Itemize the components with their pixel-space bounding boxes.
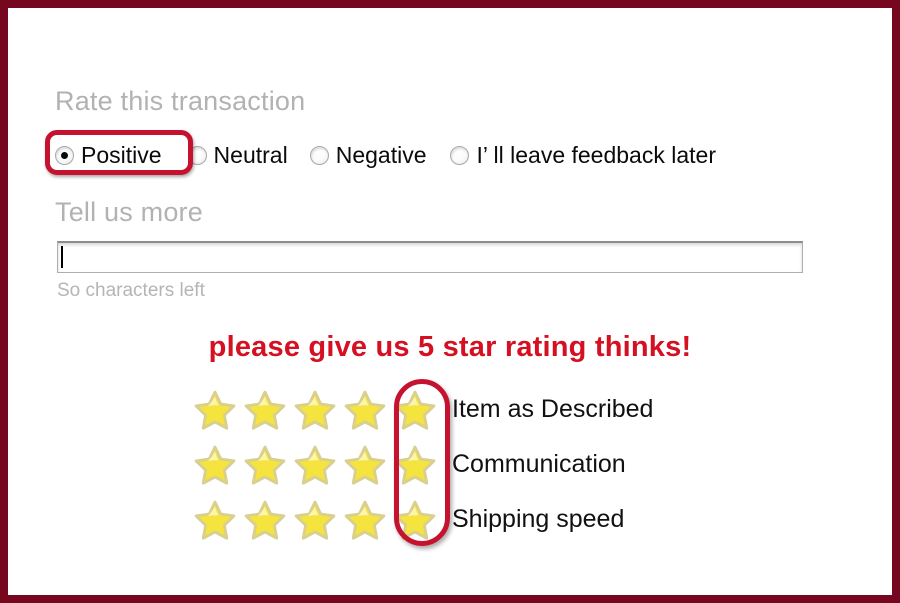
radio-option-neutral-label: Neutral <box>213 141 288 168</box>
radio-option-neutral[interactable]: Neutral <box>187 134 288 176</box>
radio-option-feedback-later[interactable]: I’ ll leave feedback later <box>450 134 716 176</box>
star-icon[interactable] <box>290 495 340 545</box>
radio-positive-icon[interactable] <box>55 145 74 165</box>
star-icon[interactable] <box>340 495 390 545</box>
star-group <box>190 385 440 435</box>
feedback-form-screen: Rate this transaction Positive Neutral N… <box>0 0 900 603</box>
star-icon[interactable] <box>190 440 240 490</box>
characters-left-counter: So characters left <box>57 280 205 301</box>
star-icon[interactable] <box>190 495 240 545</box>
radio-feedback-later-icon[interactable] <box>450 145 470 165</box>
rating-row-label: Item as Described <box>452 395 654 423</box>
star-icon[interactable] <box>390 440 440 490</box>
rating-row-label: Shipping speed <box>452 505 625 533</box>
star-icon[interactable] <box>240 495 290 545</box>
rating-radio-group: Positive Neutral Negative I’ ll leave fe… <box>55 134 716 176</box>
star-group <box>190 440 440 490</box>
star-icon[interactable] <box>190 385 240 435</box>
star-icon[interactable] <box>290 385 340 435</box>
star-icon[interactable] <box>390 385 440 435</box>
radio-neutral-icon[interactable] <box>187 145 207 165</box>
radio-option-negative-label: Negative <box>335 141 427 168</box>
rating-row: Item as Described <box>190 382 653 437</box>
radio-negative-icon[interactable] <box>309 145 329 165</box>
radio-option-negative[interactable]: Negative <box>309 134 427 176</box>
feedback-text-input[interactable] <box>57 241 803 273</box>
rate-section-heading: Rate this transaction <box>55 86 306 116</box>
rating-row-label: Communication <box>452 450 626 478</box>
radio-option-positive[interactable]: Positive <box>55 134 162 176</box>
star-rating-section: Item as Described Communication Shipping s… <box>190 382 653 547</box>
promo-message: please give us 5 star rating thinks! <box>208 331 692 363</box>
star-icon[interactable] <box>240 440 290 490</box>
rating-row: Shipping speed <box>190 492 653 547</box>
radio-option-feedback-later-label: I’ ll leave feedback later <box>476 141 716 168</box>
star-icon[interactable] <box>340 440 390 490</box>
star-icon[interactable] <box>390 495 440 545</box>
radio-option-positive-label: Positive <box>81 141 162 168</box>
star-icon[interactable] <box>340 385 390 435</box>
star-group <box>190 495 440 545</box>
text-caret <box>61 246 63 268</box>
tell-us-more-heading: Tell us more <box>55 197 203 227</box>
star-icon[interactable] <box>290 440 340 490</box>
rating-row: Communication <box>190 437 653 492</box>
star-icon[interactable] <box>240 385 290 435</box>
